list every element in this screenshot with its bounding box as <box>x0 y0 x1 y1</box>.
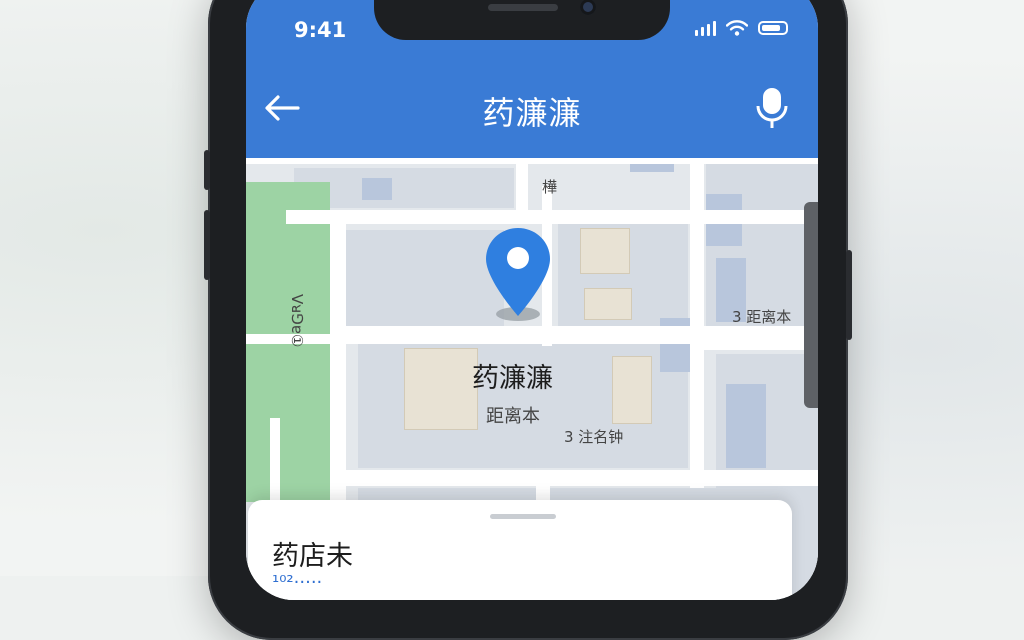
app-bar: 药濂濂 <box>246 64 818 158</box>
status-time: 9:41 <box>294 18 347 42</box>
volume-down-button <box>204 210 210 280</box>
voice-search-button[interactable] <box>750 84 794 132</box>
sheet-subtitle: ¹⁰²····· <box>272 572 323 593</box>
battery-icon <box>758 21 788 35</box>
sheet-grabber[interactable] <box>490 514 556 519</box>
map-label-east: 3 距离本 <box>732 308 792 326</box>
bottom-sheet[interactable]: 药店未 ¹⁰²····· <box>248 500 792 600</box>
volume-up-button <box>204 150 210 190</box>
signal-icon <box>695 20 716 36</box>
wifi-icon <box>726 20 748 36</box>
sheet-title: 药店未 <box>272 541 353 572</box>
map-place-name: 药濂濂 <box>472 363 553 394</box>
map-place-distance: 距离本 <box>486 406 540 427</box>
phone-screen: 9:41 药濂濂 樺 Vᴚ⅁ɐ① 3 距离本 3 注名钟 药濂濂 距离本 药店未… <box>246 0 818 600</box>
scroll-handle[interactable] <box>804 202 818 408</box>
front-camera <box>580 0 596 15</box>
status-icons <box>695 20 788 36</box>
speaker-grille <box>488 4 558 11</box>
notch <box>374 0 670 40</box>
map-label-south: 3 注名钟 <box>564 428 624 446</box>
location-pin-icon[interactable] <box>483 226 553 318</box>
power-button <box>846 250 852 340</box>
map-label-west: Vᴚ⅁ɐ① <box>288 294 306 348</box>
mic-icon <box>756 88 788 128</box>
page-title: 药濂濂 <box>482 94 582 132</box>
map-label-north: 樺 <box>542 178 558 196</box>
